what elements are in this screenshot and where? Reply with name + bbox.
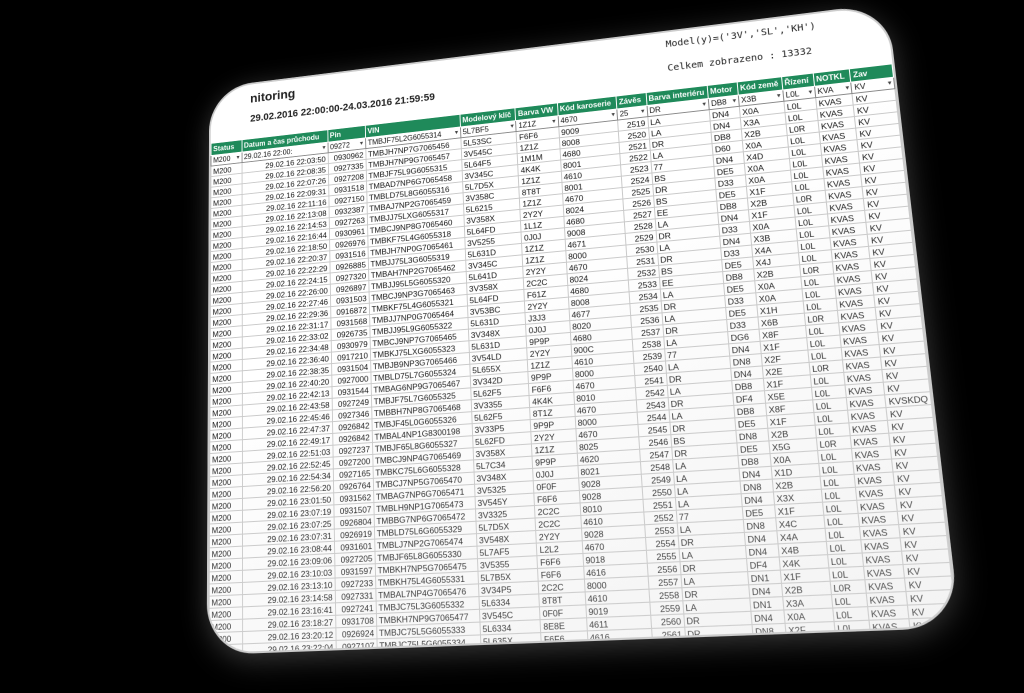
table-cell: DN4 <box>750 609 785 625</box>
dropdown-arrow-icon[interactable]: ▾ <box>455 129 458 136</box>
table-cell: LA <box>685 638 755 653</box>
table-cell: 4616 <box>586 628 653 644</box>
report-title: nitoring <box>250 85 296 106</box>
table-cell: X2E <box>786 635 837 651</box>
dropdown-arrow-icon[interactable]: ▾ <box>808 88 812 96</box>
dropdown-arrow-icon[interactable]: ▾ <box>360 139 363 147</box>
table-cell: DN1 <box>749 596 784 612</box>
filter-value: M200 <box>213 154 231 165</box>
table-cell: KVAS <box>870 632 913 648</box>
table-cell: L0L <box>836 647 873 653</box>
filter-value: L0L <box>785 89 800 100</box>
table-cell: LA <box>686 651 756 653</box>
total-count-text: Celkem zobrazeno : 13332 <box>667 46 813 74</box>
table-cell: 2562 <box>652 640 687 653</box>
table-cell: 2560 <box>650 613 685 629</box>
table-cell: KV <box>907 603 957 619</box>
table-cell: KV <box>912 644 958 653</box>
table-cell: 0927136 <box>335 651 378 653</box>
dropdown-arrow-icon[interactable]: ▾ <box>887 79 891 87</box>
filter-value: 1Z1Z <box>518 119 537 130</box>
filter-value: 4670 <box>560 114 578 126</box>
table-cell: 0927107 <box>335 638 377 653</box>
table-cell: L0L <box>833 620 871 636</box>
model-filter-text: Model(y)=('3V','SL','KH') <box>665 21 817 50</box>
dropdown-arrow-icon[interactable]: ▾ <box>236 154 239 162</box>
table-cell: F6F6 <box>541 630 588 646</box>
filter-value: DR <box>649 105 662 116</box>
table-cell: KVAS <box>871 646 914 653</box>
filter-value: 25 <box>619 109 629 119</box>
table-cell: DN8 <box>751 623 787 639</box>
dropdown-arrow-icon[interactable]: ▾ <box>510 122 514 130</box>
table-cell: X1D <box>787 648 838 653</box>
dropdown-arrow-icon[interactable]: ▾ <box>552 117 556 125</box>
table-cell: L0L <box>832 606 869 622</box>
dropdown-arrow-icon[interactable]: ▾ <box>702 100 706 108</box>
dropdown-arrow-icon[interactable]: ▾ <box>732 97 736 105</box>
filter-value: X3B <box>740 94 757 105</box>
table-cell: M200 <box>208 643 243 653</box>
table-cell: KV <box>909 616 958 633</box>
dropdown-arrow-icon[interactable]: ▾ <box>845 84 849 92</box>
table-cell: DN4 <box>752 636 788 652</box>
filter-value: KV <box>853 81 866 92</box>
table-cell: DR <box>684 624 753 641</box>
filter-value: DB8 <box>710 97 727 109</box>
table-cell: 2559 <box>649 600 684 616</box>
table-cell: 5L635X <box>480 632 542 648</box>
table-cell: 2561 <box>651 627 686 642</box>
table-cell: TMBJC75L5G6055334 <box>376 634 481 652</box>
table-cell: 9P9P <box>541 643 589 653</box>
table-cell: KV <box>906 589 955 606</box>
filter-value: KVA <box>817 85 834 96</box>
table-body: M200 29.02.16 22:03:50 0930962 TMBJH7NP7G70… <box>208 88 958 653</box>
table-cell: TMBAG6NPXG7065478 <box>376 647 482 653</box>
table-cell: DN4 <box>754 650 789 653</box>
table-cell: L0L <box>831 593 868 609</box>
spreadsheet-card: nitoring 29.02.2016 22:00:00-24.03.2016 … <box>208 5 958 653</box>
dropdown-arrow-icon[interactable]: ▾ <box>777 92 781 100</box>
table-cell: 8000 <box>587 641 654 653</box>
dropdown-arrow-icon[interactable]: ▾ <box>322 144 325 152</box>
table-cell: X2F <box>784 621 836 637</box>
table-cell: KVAS <box>868 618 911 634</box>
dropdown-arrow-icon[interactable]: ▾ <box>611 111 615 119</box>
table-cell: KV <box>910 630 958 647</box>
table-cell: L0L <box>835 633 872 649</box>
data-table: Status Datum a čas průchodu Pin VIN Modelový… <box>208 63 958 653</box>
table-cell: 3V342D <box>480 645 543 653</box>
dropdown-arrow-icon[interactable]: ▾ <box>641 107 645 115</box>
